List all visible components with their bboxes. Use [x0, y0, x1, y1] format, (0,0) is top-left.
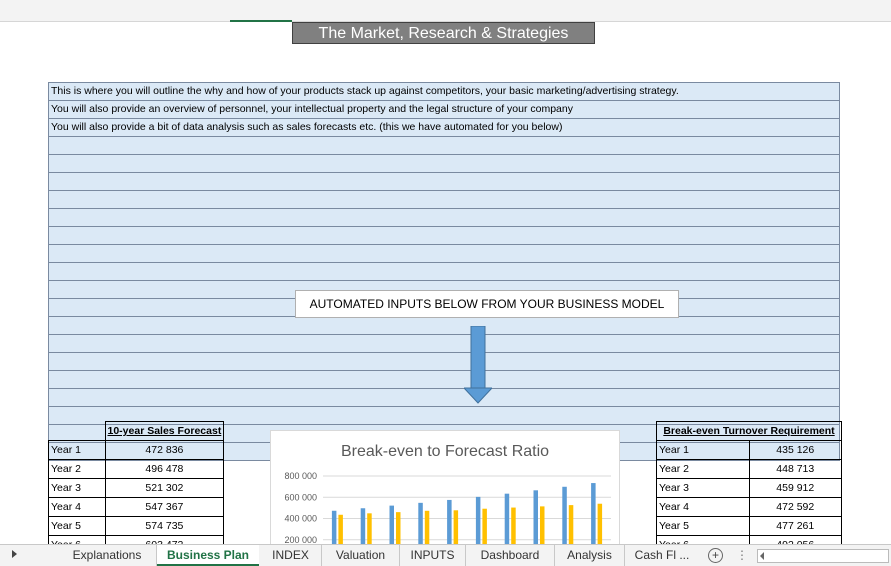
empty-row[interactable] — [48, 388, 840, 406]
bar-series-2[interactable] — [540, 506, 545, 544]
bar-series-1[interactable] — [389, 505, 395, 544]
forecast-value[interactable]: 472 836 — [104, 440, 225, 460]
bar-series-2[interactable] — [568, 505, 574, 544]
page-title: The Market, Research & Strategies — [292, 22, 595, 44]
table-row: Year 1 435 126 — [656, 440, 842, 460]
tab-explanations[interactable]: Explanations — [58, 545, 157, 566]
year-label[interactable]: Year 1 — [656, 440, 750, 460]
bar-series-2[interactable] — [511, 507, 516, 544]
empty-row[interactable] — [48, 262, 840, 280]
break-even-value[interactable]: 472 592 — [748, 497, 842, 517]
bar-series-2[interactable] — [338, 514, 343, 544]
empty-row[interactable] — [48, 172, 840, 190]
add-sheet-icon[interactable]: + — [708, 548, 723, 563]
empty-row[interactable] — [48, 136, 840, 154]
table-row: Year 5 477 261 — [656, 516, 842, 536]
bar-series-1[interactable] — [591, 483, 596, 544]
year-label[interactable]: Year 1 — [48, 440, 106, 460]
year-label[interactable]: Year 2 — [656, 459, 750, 479]
bar-series-2[interactable] — [424, 510, 430, 544]
chart-plot: 800 000 600 000 400 000 200 000 — [284, 471, 611, 544]
top-toolbar — [0, 0, 891, 22]
forecast-value[interactable]: 547 367 — [104, 497, 225, 517]
break-even-value[interactable]: 435 126 — [748, 440, 842, 460]
down-arrow-icon — [464, 326, 492, 404]
table-row: Year 3 521 302 — [48, 478, 229, 498]
table-row: Year 2 496 478 — [48, 459, 229, 479]
year-label[interactable]: Year 4 — [48, 497, 106, 517]
scroll-tabs-right-icon[interactable] — [12, 550, 17, 558]
tab-valuation[interactable]: Valuation — [322, 545, 400, 566]
bar-series-1[interactable] — [360, 508, 366, 544]
break-even-value[interactable]: 459 912 — [748, 478, 842, 498]
break-even-table: Break-even Turnover Requirement Year 1 43… — [656, 421, 842, 555]
automated-inputs-label: AUTOMATED INPUTS BELOW FROM YOUR BUSINES… — [295, 290, 679, 318]
scroll-left-icon[interactable] — [760, 552, 764, 560]
year-label[interactable]: Year 5 — [48, 516, 106, 536]
y-tick-label: 600 000 — [284, 492, 317, 502]
break-even-header[interactable]: Break-even Turnover Requirement — [656, 421, 842, 441]
empty-row[interactable] — [48, 226, 840, 244]
table-row: Year 3 459 912 — [656, 478, 842, 498]
empty-row[interactable] — [48, 190, 840, 208]
break-even-chart[interactable]: Break-even to Forecast Ratio 800 000 600 … — [270, 430, 620, 545]
tab-inputs[interactable]: INPUTS — [400, 545, 466, 566]
tab-index[interactable]: INDEX — [260, 545, 322, 566]
note-row[interactable]: You will also provide a bit of data anal… — [48, 118, 840, 136]
bar-series-1[interactable] — [418, 502, 423, 544]
bar-series-1[interactable] — [533, 490, 539, 544]
horizontal-scrollbar[interactable] — [757, 549, 889, 563]
break-even-value[interactable]: 477 261 — [748, 516, 842, 536]
bar-series-2[interactable] — [367, 513, 372, 544]
bar-series-1[interactable] — [504, 493, 510, 544]
y-tick-label: 800 000 — [284, 471, 317, 481]
y-tick-label: 400 000 — [284, 514, 317, 524]
year-label[interactable]: Year 2 — [48, 459, 106, 479]
bar-series-1[interactable] — [331, 510, 337, 544]
empty-row[interactable] — [48, 334, 840, 352]
table-row: Year 1 472 836 — [48, 440, 229, 460]
note-row[interactable]: This is where you will outline the why a… — [48, 82, 840, 100]
y-tick-label: 200 000 — [284, 535, 317, 544]
empty-row[interactable] — [48, 352, 840, 370]
bar-series-2[interactable] — [396, 512, 401, 544]
empty-row[interactable] — [48, 370, 840, 388]
more-options-icon[interactable]: ⋮ — [736, 545, 748, 566]
year-label[interactable]: Year 4 — [656, 497, 750, 517]
year-label[interactable]: Year 3 — [48, 478, 106, 498]
year-label[interactable]: Year 3 — [656, 478, 750, 498]
bar-series-1[interactable] — [447, 499, 452, 544]
table-row: Year 4 547 367 — [48, 497, 229, 517]
notes-area: This is where you will outline the why a… — [48, 82, 840, 461]
table-row: Year 4 472 592 — [656, 497, 842, 517]
sales-forecast-table: 10-year Sales Forecast Year 1 472 836 Yea… — [48, 421, 229, 555]
empty-row[interactable] — [48, 316, 840, 334]
bar-series-2[interactable] — [597, 503, 603, 544]
forecast-value[interactable]: 521 302 — [104, 478, 225, 498]
sheet-tab-bar: Explanations Business Plan INDEX Valuati… — [0, 544, 891, 566]
tab-business-plan[interactable]: Business Plan — [157, 545, 259, 566]
empty-row[interactable] — [48, 154, 840, 172]
year-label[interactable]: Year 5 — [656, 516, 750, 536]
tab-dashboard[interactable]: Dashboard — [466, 545, 555, 566]
forecast-value[interactable]: 574 735 — [104, 516, 225, 536]
empty-row[interactable] — [48, 244, 840, 262]
sales-forecast-header[interactable]: 10-year Sales Forecast — [104, 421, 225, 441]
bar-series-1[interactable] — [475, 496, 481, 544]
empty-row[interactable] — [48, 208, 840, 226]
active-cell-marker — [230, 20, 292, 22]
bar-series-1[interactable] — [562, 486, 567, 544]
note-row[interactable]: You will also provide an overview of per… — [48, 100, 840, 118]
table-row: Year 2 448 713 — [656, 459, 842, 479]
bar-series-2[interactable] — [453, 510, 459, 544]
tab-cash-flow[interactable]: Cash Fl ... — [625, 545, 699, 566]
bar-series-2[interactable] — [482, 508, 487, 544]
tab-analysis[interactable]: Analysis — [555, 545, 625, 566]
forecast-value[interactable]: 496 478 — [104, 459, 225, 479]
break-even-value[interactable]: 448 713 — [748, 459, 842, 479]
table-row: Year 5 574 735 — [48, 516, 229, 536]
